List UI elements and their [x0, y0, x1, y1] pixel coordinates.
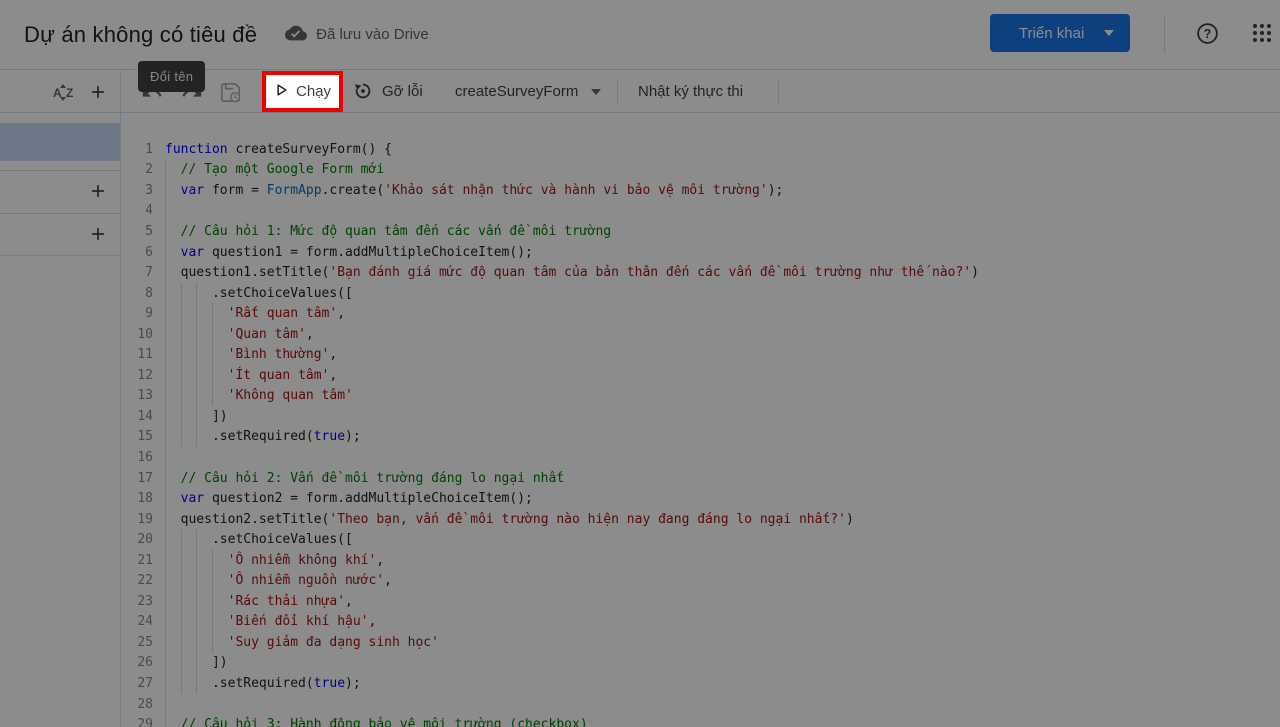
apps-script-window: Dự án không có tiêu đề Đã lưu vào Drive … — [0, 0, 1280, 727]
play-icon — [274, 82, 289, 101]
dim-overlay — [0, 0, 1280, 727]
run-label: Chạy — [296, 83, 331, 100]
run-button[interactable]: Chạy — [262, 71, 343, 112]
